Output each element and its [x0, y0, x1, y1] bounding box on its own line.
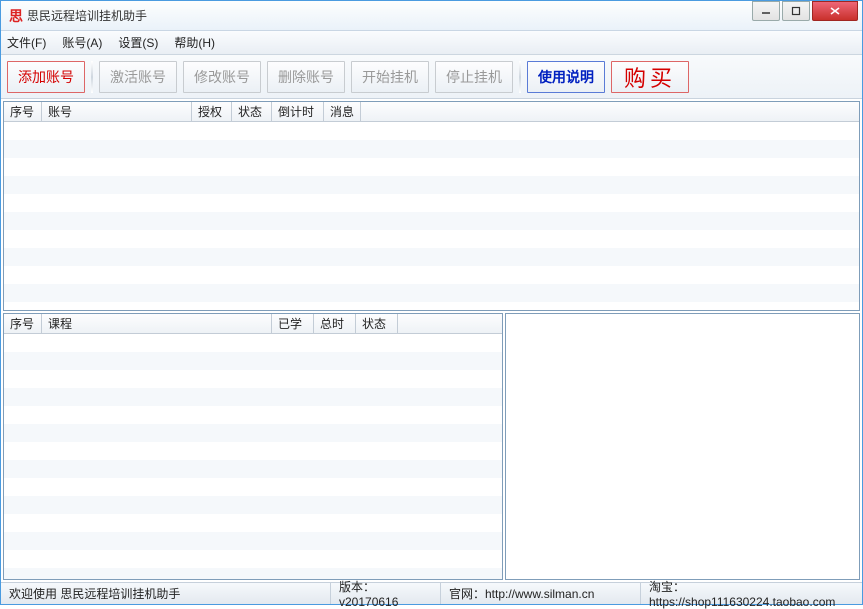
title-bar: 思 思民远程培训挂机助手 — [1, 1, 862, 31]
menu-account[interactable]: 账号(A) — [62, 34, 102, 51]
col-tail — [361, 102, 381, 121]
start-hang-button[interactable]: 开始挂机 — [351, 61, 429, 93]
buy-button[interactable]: 购买 — [611, 61, 689, 93]
toolbar-separator — [519, 61, 521, 93]
courses-table-body[interactable] — [4, 334, 502, 579]
accounts-table-header: 序号 账号 授权 状态 倒计时 消息 — [4, 102, 859, 122]
col-account[interactable]: 账号 — [42, 102, 192, 121]
status-welcome: 欢迎使用 思民远程培训挂机助手 — [1, 583, 331, 604]
close-button[interactable] — [812, 1, 858, 21]
activate-account-button[interactable]: 激活账号 — [99, 61, 177, 93]
window-buttons — [750, 1, 858, 21]
add-account-button[interactable]: 添加账号 — [7, 61, 85, 93]
menu-settings[interactable]: 设置(S) — [118, 34, 158, 51]
instructions-button[interactable]: 使用说明 — [527, 61, 605, 93]
bottom-row: 序号 课程 已学 总时 状态 — [3, 313, 860, 580]
close-icon — [829, 6, 841, 16]
maximize-icon — [791, 6, 801, 16]
toolbar: 添加账号 激活账号 修改账号 删除账号 开始挂机 停止挂机 使用说明 购买 — [1, 55, 862, 99]
col-status[interactable]: 状态 — [356, 314, 398, 333]
status-version: 版本：v20170616 — [331, 583, 441, 604]
col-index[interactable]: 序号 — [4, 314, 42, 333]
col-course[interactable]: 课程 — [42, 314, 272, 333]
status-site: 官网：http://www.silman.cn — [441, 583, 641, 604]
toolbar-separator — [91, 61, 93, 93]
status-bar: 欢迎使用 思民远程培训挂机助手 版本：v20170616 官网：http://w… — [1, 582, 862, 604]
courses-panel: 序号 课程 已学 总时 状态 — [3, 313, 503, 580]
app-window: 思 思民远程培训挂机助手 文件(F) 账号(A) 设置(S) 帮助(H) 添加账… — [0, 0, 863, 605]
menu-bar: 文件(F) 账号(A) 设置(S) 帮助(H) — [1, 31, 862, 55]
col-total[interactable]: 总时 — [314, 314, 356, 333]
delete-account-button[interactable]: 删除账号 — [267, 61, 345, 93]
menu-file[interactable]: 文件(F) — [7, 34, 46, 51]
minimize-icon — [761, 6, 771, 16]
col-status[interactable]: 状态 — [232, 102, 272, 121]
detail-panel[interactable] — [505, 313, 860, 580]
menu-help[interactable]: 帮助(H) — [174, 34, 215, 51]
col-learned[interactable]: 已学 — [272, 314, 314, 333]
col-spacer — [398, 314, 502, 333]
accounts-panel: 序号 账号 授权 状态 倒计时 消息 — [3, 101, 860, 311]
status-shop: 淘宝：https://shop111630224.taobao.com — [641, 583, 862, 604]
accounts-table-body[interactable] — [4, 122, 859, 310]
app-icon: 思 — [9, 6, 23, 26]
modify-account-button[interactable]: 修改账号 — [183, 61, 261, 93]
col-index[interactable]: 序号 — [4, 102, 42, 121]
col-message[interactable]: 消息 — [324, 102, 361, 121]
stop-hang-button[interactable]: 停止挂机 — [435, 61, 513, 93]
content-area: 序号 账号 授权 状态 倒计时 消息 序号 课程 已学 总时 状态 — [1, 99, 862, 582]
minimize-button[interactable] — [752, 1, 780, 21]
col-auth[interactable]: 授权 — [192, 102, 232, 121]
col-countdown[interactable]: 倒计时 — [272, 102, 324, 121]
window-title: 思民远程培训挂机助手 — [27, 7, 750, 24]
maximize-button[interactable] — [782, 1, 810, 21]
courses-table-header: 序号 课程 已学 总时 状态 — [4, 314, 502, 334]
